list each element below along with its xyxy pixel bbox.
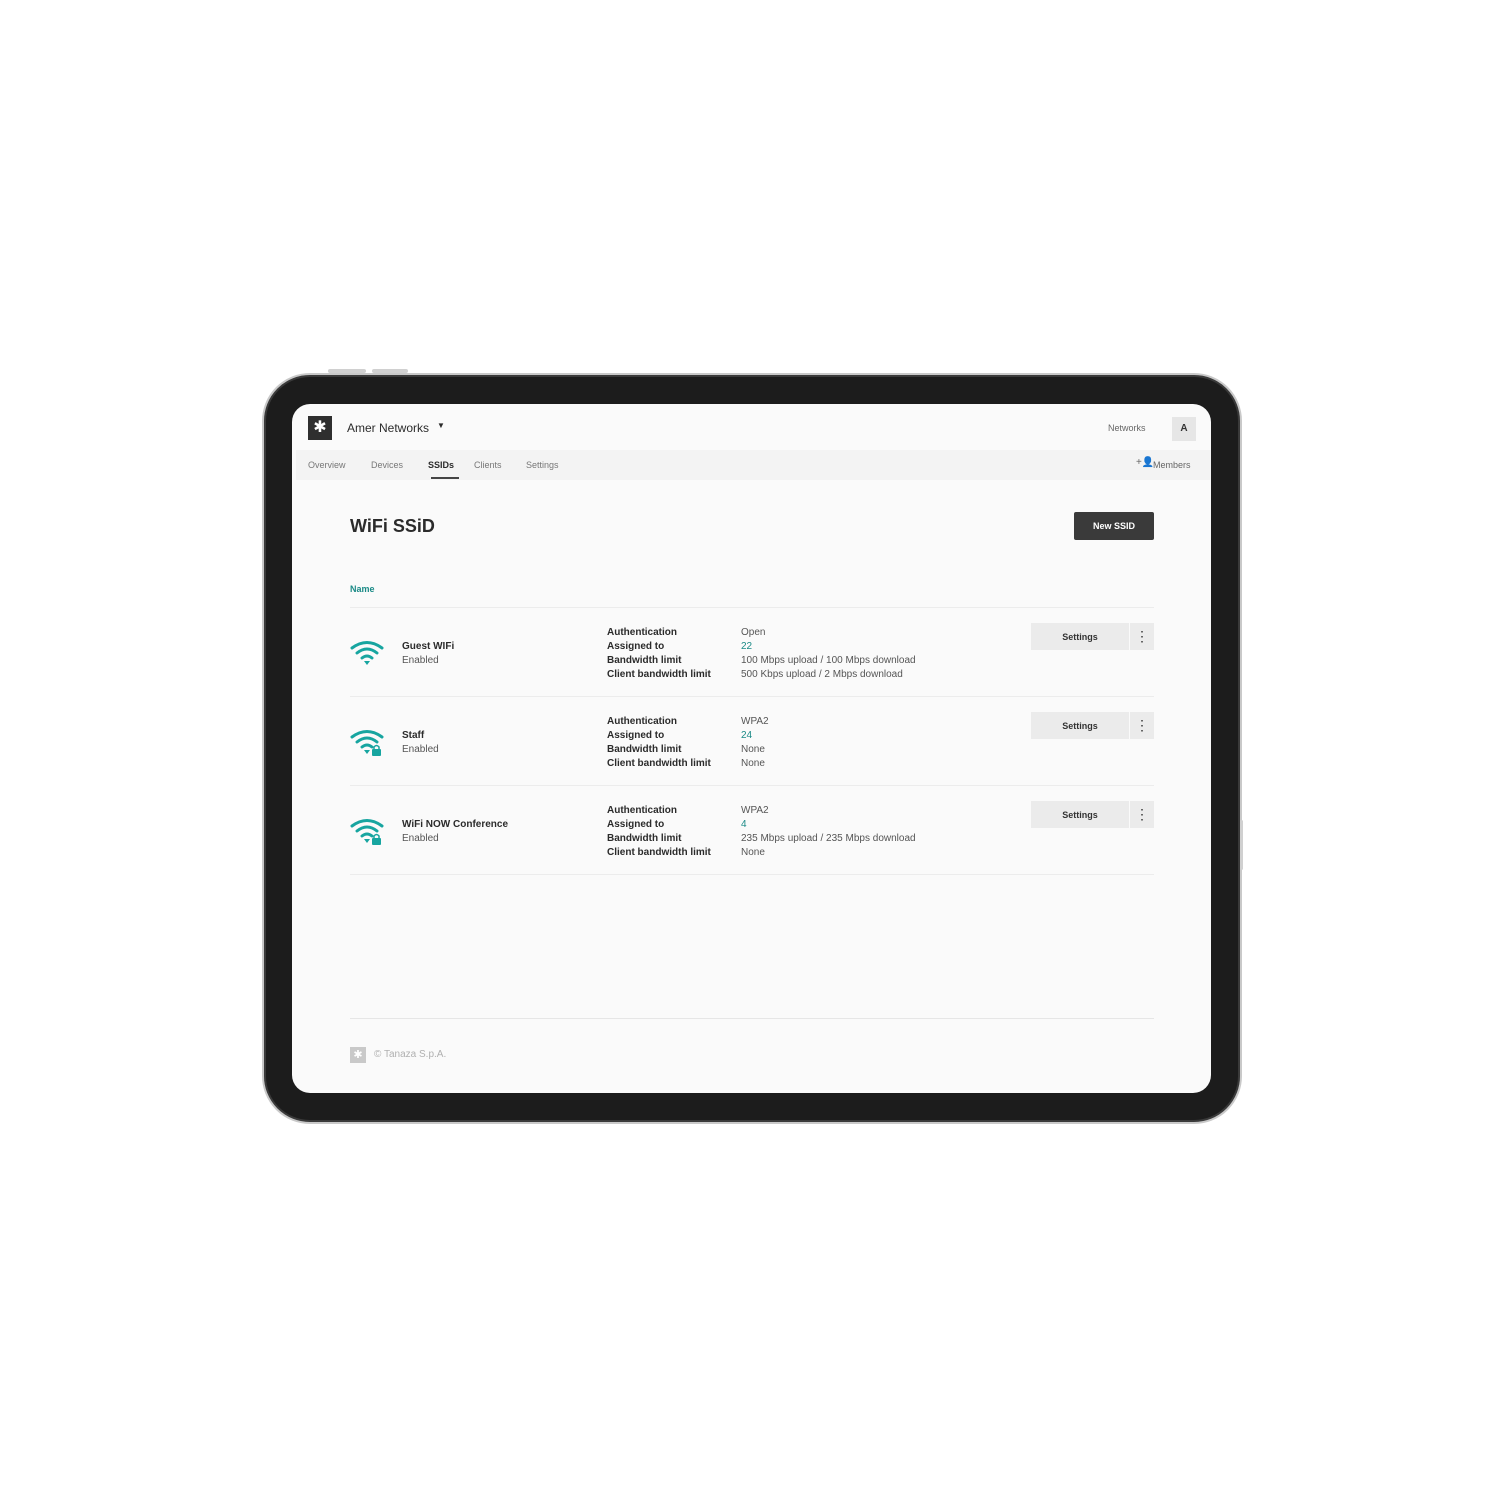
wifi-lock-icon bbox=[350, 730, 384, 756]
tab-clients[interactable]: Clients bbox=[474, 460, 502, 470]
tab-settings[interactable]: Settings bbox=[526, 460, 559, 470]
ssid-row-conference: WiFi NOW Conference Enabled Authenticati… bbox=[350, 786, 1154, 875]
avatar[interactable]: A bbox=[1172, 417, 1196, 441]
value-assigned-to-link[interactable]: 22 bbox=[741, 640, 916, 654]
label-bandwidth-limit: Bandwidth limit bbox=[607, 655, 682, 666]
value-bandwidth-limit: None bbox=[741, 744, 765, 755]
ssid-detail-values: WPA2 24 None None bbox=[741, 715, 769, 771]
value-authentication: Open bbox=[741, 627, 766, 638]
label-authentication: Authentication bbox=[607, 716, 677, 727]
settings-button[interactable]: Settings bbox=[1031, 712, 1129, 739]
more-options-icon[interactable]: ⋮ bbox=[1130, 623, 1154, 650]
label-client-bandwidth-limit: Client bandwidth limit bbox=[607, 847, 711, 858]
page-title: WiFi SSiD bbox=[350, 516, 435, 536]
chevron-down-icon[interactable]: ▼ bbox=[437, 421, 445, 430]
power-button bbox=[1240, 820, 1243, 870]
ssid-name[interactable]: Guest WIFi bbox=[402, 641, 454, 652]
label-assigned-to: Assigned to bbox=[607, 819, 665, 830]
label-bandwidth-limit: Bandwidth limit bbox=[607, 744, 682, 755]
label-authentication: Authentication bbox=[607, 627, 677, 638]
nav-tabs: Overview Devices SSIDs Clients Settings … bbox=[296, 450, 1211, 480]
volume-button-2 bbox=[372, 369, 408, 373]
tab-overview[interactable]: Overview bbox=[308, 460, 346, 470]
label-client-bandwidth-limit: Client bandwidth limit bbox=[607, 669, 711, 680]
ssid-detail-labels: Authentication Assigned to Bandwidth lim… bbox=[607, 804, 711, 860]
tanaza-logo-icon[interactable]: ✱ bbox=[308, 416, 332, 440]
value-client-bandwidth-limit: None bbox=[741, 758, 765, 769]
ssid-status: Enabled bbox=[402, 655, 439, 666]
settings-button[interactable]: Settings bbox=[1031, 623, 1129, 650]
ssid-detail-labels: Authentication Assigned to Bandwidth lim… bbox=[607, 626, 711, 682]
wifi-icon bbox=[350, 641, 384, 665]
ssid-row-guest: Guest WIFi Enabled Authentication Assign… bbox=[350, 608, 1154, 697]
settings-button[interactable]: Settings bbox=[1031, 801, 1129, 828]
active-tab-indicator bbox=[431, 477, 459, 479]
more-options-icon[interactable]: ⋮ bbox=[1130, 712, 1154, 739]
ssid-status: Enabled bbox=[402, 744, 439, 755]
value-assigned-to-link[interactable]: 24 bbox=[741, 729, 769, 743]
label-assigned-to: Assigned to bbox=[607, 730, 665, 741]
value-bandwidth-limit: 235 Mbps upload / 235 Mbps download bbox=[741, 833, 916, 844]
label-bandwidth-limit: Bandwidth limit bbox=[607, 833, 682, 844]
tab-devices[interactable]: Devices bbox=[371, 460, 403, 470]
value-authentication: WPA2 bbox=[741, 805, 769, 816]
ssid-name[interactable]: WiFi NOW Conference bbox=[402, 819, 508, 830]
more-options-icon[interactable]: ⋮ bbox=[1130, 801, 1154, 828]
ssid-row-staff: Staff Enabled Authentication Assigned to… bbox=[350, 697, 1154, 786]
label-assigned-to: Assigned to bbox=[607, 641, 665, 652]
footer-divider bbox=[350, 1018, 1154, 1019]
label-client-bandwidth-limit: Client bandwidth limit bbox=[607, 758, 711, 769]
volume-button bbox=[328, 369, 366, 373]
top-bar: ✱ Amer Networks ▼ Networks A bbox=[292, 404, 1211, 450]
tab-ssids[interactable]: SSIDs bbox=[428, 460, 454, 470]
members-link[interactable]: Members bbox=[1153, 460, 1191, 470]
ssid-name[interactable]: Staff bbox=[402, 730, 424, 741]
value-authentication: WPA2 bbox=[741, 716, 769, 727]
ssid-status: Enabled bbox=[402, 833, 439, 844]
tanaza-logo-icon: ✱ bbox=[350, 1047, 366, 1063]
ssid-detail-values: WPA2 4 235 Mbps upload / 235 Mbps downlo… bbox=[741, 804, 916, 860]
column-header-name[interactable]: Name bbox=[350, 584, 375, 594]
ssid-detail-values: Open 22 100 Mbps upload / 100 Mbps downl… bbox=[741, 626, 916, 682]
wifi-lock-icon bbox=[350, 819, 384, 845]
app-screen: ✱ Amer Networks ▼ Networks A Overview De… bbox=[292, 404, 1211, 1093]
value-assigned-to-link[interactable]: 4 bbox=[741, 818, 916, 832]
label-authentication: Authentication bbox=[607, 805, 677, 816]
value-bandwidth-limit: 100 Mbps upload / 100 Mbps download bbox=[741, 655, 916, 666]
add-member-icon[interactable]: +👤 bbox=[1136, 457, 1154, 468]
org-selector[interactable]: Amer Networks bbox=[347, 421, 429, 435]
networks-link[interactable]: Networks bbox=[1108, 423, 1146, 433]
new-ssid-button[interactable]: New SSID bbox=[1074, 512, 1154, 540]
device-frame: ✱ Amer Networks ▼ Networks A Overview De… bbox=[0, 0, 1499, 1500]
value-client-bandwidth-limit: None bbox=[741, 847, 765, 858]
value-client-bandwidth-limit: 500 Kbps upload / 2 Mbps download bbox=[741, 669, 903, 680]
copyright-text: © Tanaza S.p.A. bbox=[374, 1049, 447, 1060]
ssid-detail-labels: Authentication Assigned to Bandwidth lim… bbox=[607, 715, 711, 771]
